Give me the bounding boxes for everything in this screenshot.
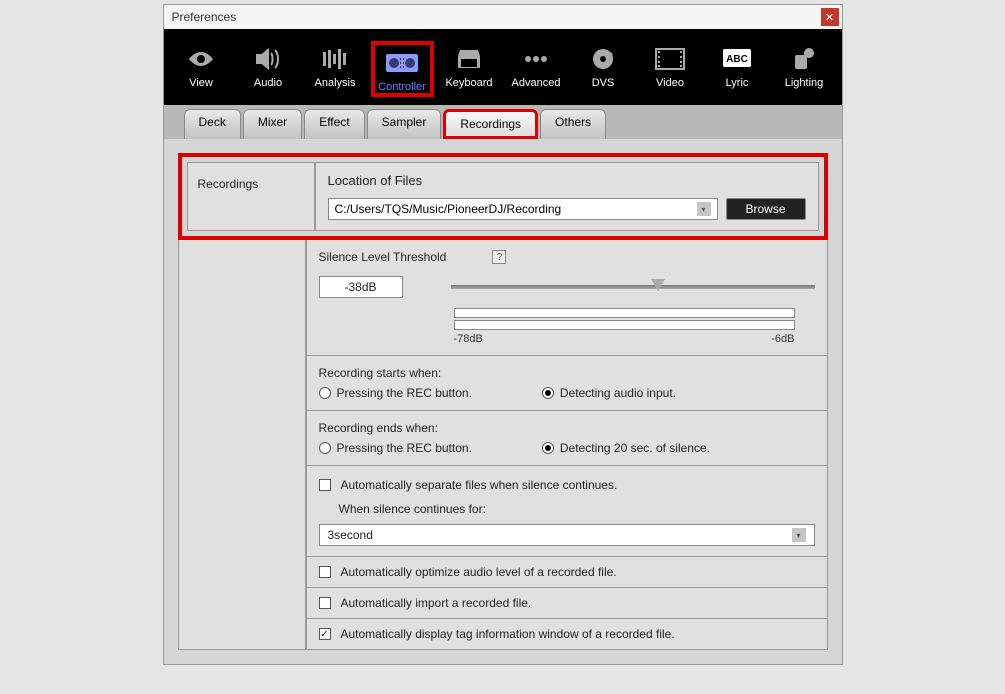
checkbox-icon [319,597,331,609]
abc-icon: ABC [706,41,769,77]
disc-icon [572,41,635,77]
location-highlight: Recordings Location of Files C:/Users/TQ… [178,153,828,240]
checkbox-icon [319,566,331,578]
level-meter-left [454,308,795,318]
location-title: Location of Files [328,173,806,188]
location-path-input[interactable]: C:/Users/TQS/Music/PioneerDJ/Recording ▾ [328,198,718,220]
keyboard-icon [438,41,501,77]
dots-icon [505,41,568,77]
tabs-row: Deck Mixer Effect Sampler Recordings Oth… [164,105,842,139]
tab-recordings[interactable]: Recordings [443,109,538,139]
svg-text:ABC: ABC [726,54,748,65]
toolbar-lighting[interactable]: Lighting [773,41,836,97]
radio-icon [542,442,554,454]
radio-end-rec-button[interactable]: Pressing the REC button. [319,441,472,455]
toolbar-video[interactable]: Video [639,41,702,97]
auto-optimize-check[interactable]: Automatically optimize audio level of a … [319,563,815,581]
tab-mixer[interactable]: Mixer [243,109,302,139]
auto-display-check[interactable]: Automatically display tag information wi… [319,625,815,643]
dropdown-icon: ▾ [792,528,806,542]
browse-button[interactable]: Browse [726,198,806,220]
threshold-max: -6dB [771,333,794,345]
dropdown-icon: ▾ [697,202,711,216]
toolbar-lyric[interactable]: ABC Lyric [706,41,769,97]
window-title: Preferences [172,10,237,24]
level-meter-right [454,320,795,330]
auto-import-section: Automatically import a recorded file. [306,588,828,619]
toolbar-dvs[interactable]: DVS [572,41,635,97]
rec-end-title: Recording ends when: [319,421,815,435]
checkbox-icon [319,479,331,491]
toolbar: View Audio Analysis Controller Keyboard … [164,29,842,105]
auto-optimize-section: Automatically optimize audio level of a … [306,557,828,588]
radio-start-audio-input[interactable]: Detecting audio input. [542,386,676,400]
auto-separate-check[interactable]: Automatically separate files when silenc… [319,476,815,494]
help-icon[interactable]: ? [492,250,506,264]
toolbar-analysis[interactable]: Analysis [304,41,367,97]
tab-deck[interactable]: Deck [184,109,241,139]
close-button[interactable]: ✕ [821,8,839,26]
toolbar-controller[interactable]: Controller [371,41,434,97]
rec-end-section: Recording ends when: Pressing the REC bu… [306,411,828,466]
speaker-icon [237,41,300,77]
threshold-section: Silence Level Threshold ? -38dB [306,240,828,356]
toolbar-view[interactable]: View [170,41,233,97]
preferences-window: Preferences ✕ View Audio Analysis Contro… [163,4,843,665]
slider-thumb-icon [651,279,665,291]
auto-import-check[interactable]: Automatically import a recorded file. [319,594,815,612]
titlebar: Preferences ✕ [164,5,842,29]
radio-icon [319,387,331,399]
silence-duration-select[interactable]: 3second ▾ [319,524,815,546]
auto-display-section: Automatically display tag information wi… [306,619,828,650]
checkbox-icon [319,628,331,640]
bars-icon [304,41,367,77]
radio-icon [319,442,331,454]
main-panel: Recordings Location of Files C:/Users/TQ… [164,139,842,664]
light-icon [773,41,836,77]
threshold-min: -78dB [454,333,483,345]
tab-sampler[interactable]: Sampler [367,109,442,139]
side-label: Recordings [187,162,315,231]
eye-icon [170,41,233,77]
toolbar-keyboard[interactable]: Keyboard [438,41,501,97]
radio-start-rec-button[interactable]: Pressing the REC button. [319,386,472,400]
threshold-value[interactable]: -38dB [319,276,403,298]
rec-start-title: Recording starts when: [319,366,815,380]
threshold-slider[interactable] [451,282,815,292]
tab-effect[interactable]: Effect [304,109,364,139]
radio-end-silence[interactable]: Detecting 20 sec. of silence. [542,441,710,455]
film-icon [639,41,702,77]
rec-start-section: Recording starts when: Pressing the REC … [306,356,828,411]
controller-icon [375,45,430,81]
toolbar-advanced[interactable]: Advanced [505,41,568,97]
threshold-title: Silence Level Threshold [319,250,447,264]
tab-others[interactable]: Others [540,109,606,139]
radio-icon [542,387,554,399]
silence-duration-label: When silence continues for: [319,502,815,516]
toolbar-audio[interactable]: Audio [237,41,300,97]
side-spacer [178,240,306,650]
auto-separate-section: Automatically separate files when silenc… [306,466,828,557]
